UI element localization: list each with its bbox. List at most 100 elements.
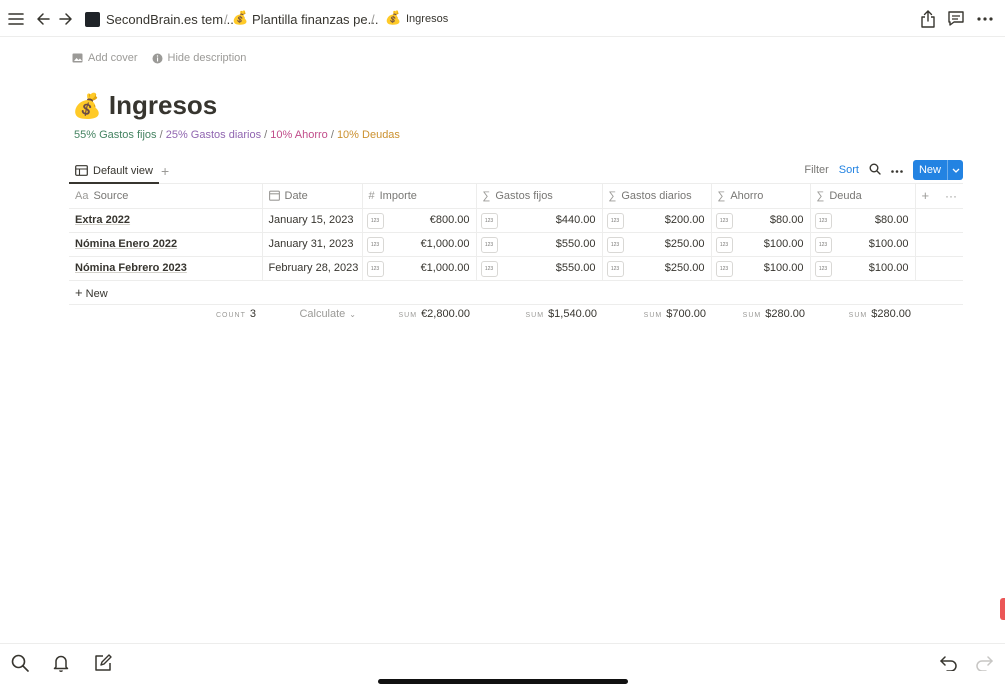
menu-icon[interactable] bbox=[6, 9, 26, 29]
gastos-diarios-sum[interactable]: SUM $700.00 bbox=[602, 308, 706, 320]
add-cover-button[interactable]: Add cover bbox=[72, 52, 138, 64]
calc-label: SUM bbox=[848, 312, 868, 319]
cell-gastos-diarios[interactable]: 123 $250.00 bbox=[602, 232, 712, 257]
table-row[interactable]: Nómina Enero 2022 January 31, 2023 123 €1… bbox=[69, 232, 963, 257]
cell-gastos-fijos[interactable]: 123 $440.00 bbox=[476, 208, 603, 233]
search-icon[interactable] bbox=[869, 163, 881, 178]
cell-source[interactable]: Extra 2022 bbox=[69, 208, 263, 233]
cell-gastos-diarios[interactable]: 123 $250.00 bbox=[602, 256, 712, 281]
cell-value: €800.00 bbox=[429, 214, 470, 226]
column-header-gastos-diarios[interactable]: ∑ Gastos diarios bbox=[602, 184, 712, 209]
more-options-icon[interactable] bbox=[891, 164, 903, 176]
cell-date[interactable]: January 15, 2023 bbox=[262, 208, 363, 233]
number-type-badge: 123 bbox=[814, 260, 832, 277]
table-row[interactable]: Extra 2022 January 15, 2023 123 €800.00 1… bbox=[69, 208, 963, 233]
cell-empty bbox=[915, 208, 963, 233]
plus-icon: + bbox=[75, 284, 83, 300]
search-icon[interactable] bbox=[9, 652, 31, 674]
bell-icon[interactable] bbox=[50, 652, 72, 674]
column-header-deuda[interactable]: ∑ Deuda bbox=[810, 184, 916, 209]
cell-gastos-fijos[interactable]: 123 $550.00 bbox=[476, 232, 603, 257]
description-segment: 10% Deudas bbox=[336, 129, 400, 141]
cell-deuda[interactable]: 123 $100.00 bbox=[810, 232, 916, 257]
cell-value: €1,000.00 bbox=[420, 262, 470, 274]
new-record-button[interactable]: New bbox=[912, 160, 963, 180]
info-icon bbox=[152, 53, 163, 63]
cell-importe[interactable]: 123 €800.00 bbox=[362, 208, 477, 233]
formula-icon: ∑ bbox=[608, 189, 617, 202]
redo-icon[interactable] bbox=[973, 652, 995, 674]
cell-gastos-fijos[interactable]: 123 $550.00 bbox=[476, 256, 603, 281]
cell-empty bbox=[915, 232, 963, 257]
description-segment: 25% Gastos diarios bbox=[165, 129, 262, 141]
count-calculation[interactable]: COUNT 3 bbox=[69, 308, 256, 320]
gastos-fijos-sum[interactable]: SUM $1,540.00 bbox=[476, 308, 598, 320]
number-type-badge: 123 bbox=[715, 212, 733, 229]
new-row[interactable]: + New bbox=[69, 280, 963, 305]
calc-value: $280.00 bbox=[765, 308, 805, 320]
page-emoji-icon[interactable]: 💰 bbox=[72, 92, 102, 120]
top-bar: SecondBrain.es tem... / 💰 Plantilla fina… bbox=[0, 0, 1005, 37]
home-indicator[interactable] bbox=[378, 679, 628, 684]
calculate-button[interactable]: Calculate ⌄ bbox=[262, 308, 356, 320]
formula-icon: ∑ bbox=[816, 189, 825, 202]
add-view-icon[interactable]: + bbox=[161, 163, 169, 179]
description-separator: / bbox=[156, 129, 166, 141]
deuda-sum[interactable]: SUM $280.00 bbox=[810, 308, 911, 320]
sort-button[interactable]: Sort bbox=[839, 164, 859, 176]
cell-gastos-diarios[interactable]: 123 $200.00 bbox=[602, 208, 712, 233]
filter-button[interactable]: Filter bbox=[804, 164, 828, 176]
page-description[interactable]: 55% Gastos fijos / 25% Gastos diarios / … bbox=[74, 129, 400, 141]
more-options-icon[interactable]: ··· bbox=[945, 189, 957, 203]
number-type-badge: 123 bbox=[606, 236, 624, 253]
cell-value: $550.00 bbox=[555, 238, 596, 250]
column-label: Deuda bbox=[829, 189, 862, 202]
cell-importe[interactable]: 123 €1,000.00 bbox=[362, 256, 477, 281]
cell-ahorro[interactable]: 123 $80.00 bbox=[711, 208, 811, 233]
cell-source[interactable]: Nómina Febrero 2023 bbox=[69, 256, 263, 281]
table-row[interactable]: Nómina Febrero 2023 February 28, 2023 12… bbox=[69, 256, 963, 281]
add-property-icon[interactable]: + bbox=[922, 188, 930, 203]
more-options-icon[interactable] bbox=[975, 9, 995, 29]
undo-icon[interactable] bbox=[938, 652, 960, 674]
cell-deuda[interactable]: 123 $80.00 bbox=[810, 208, 916, 233]
column-header-date[interactable]: Date bbox=[262, 184, 363, 209]
breadcrumb-secondbrain[interactable]: SecondBrain.es tem... bbox=[106, 12, 234, 27]
cell-ahorro[interactable]: 123 $100.00 bbox=[711, 232, 811, 257]
ahorro-sum[interactable]: SUM $280.00 bbox=[711, 308, 805, 320]
side-handle[interactable] bbox=[1000, 598, 1005, 620]
cell-date[interactable]: February 28, 2023 bbox=[262, 256, 363, 281]
table-icon bbox=[75, 165, 88, 176]
page-title[interactable]: Ingresos bbox=[109, 90, 217, 121]
column-header-ahorro[interactable]: ∑ Ahorro bbox=[711, 184, 811, 209]
column-header-source[interactable]: Aa Source bbox=[69, 184, 263, 209]
column-header-importe[interactable]: # Importe bbox=[362, 184, 477, 209]
hide-description-button[interactable]: Hide description bbox=[152, 52, 246, 64]
add-row-button[interactable]: + New bbox=[69, 280, 963, 305]
cell-date[interactable]: January 31, 2023 bbox=[262, 232, 363, 257]
cell-source[interactable]: Nómina Enero 2022 bbox=[69, 232, 263, 257]
forward-arrow-icon[interactable] bbox=[56, 9, 76, 29]
back-arrow-icon[interactable] bbox=[33, 9, 53, 29]
breadcrumb-plantilla[interactable]: Plantilla finanzas pe... bbox=[252, 12, 378, 27]
cell-value: $100.00 bbox=[763, 238, 804, 250]
cell-deuda[interactable]: 123 $100.00 bbox=[810, 256, 916, 281]
formula-icon: ∑ bbox=[717, 189, 726, 202]
comment-icon[interactable] bbox=[946, 9, 966, 29]
column-label: Source bbox=[93, 189, 129, 202]
column-label: Ahorro bbox=[730, 189, 764, 202]
calc-value: 3 bbox=[249, 308, 256, 320]
number-type-badge: 123 bbox=[814, 212, 832, 229]
chevron-down-icon[interactable] bbox=[947, 160, 963, 180]
share-icon[interactable] bbox=[918, 9, 938, 29]
column-header-gastos-fijos[interactable]: ∑ Gastos fijos bbox=[476, 184, 603, 209]
calc-value: $700.00 bbox=[666, 308, 706, 320]
new-page-edit-icon[interactable] bbox=[92, 652, 114, 674]
tab-default-view[interactable]: Default view bbox=[69, 159, 159, 184]
page-header: 💰 Ingresos bbox=[72, 90, 217, 121]
cell-ahorro[interactable]: 123 $100.00 bbox=[711, 256, 811, 281]
importe-sum[interactable]: SUM €2,800.00 bbox=[362, 308, 471, 320]
cell-value: €1,000.00 bbox=[420, 238, 470, 250]
cell-importe[interactable]: 123 €1,000.00 bbox=[362, 232, 477, 257]
breadcrumb-ingresos[interactable]: Ingresos bbox=[406, 13, 448, 25]
